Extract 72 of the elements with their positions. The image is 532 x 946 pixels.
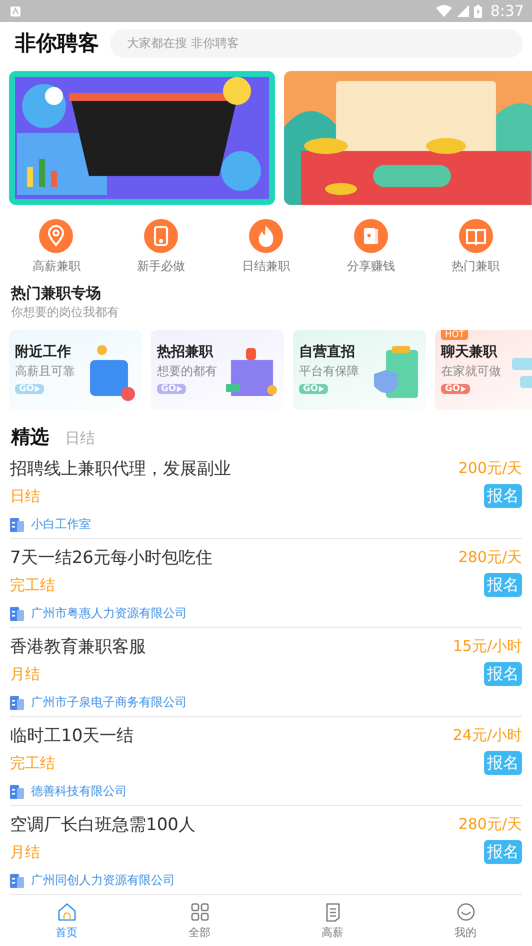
- list-tab[interactable]: 日结: [65, 429, 95, 448]
- job-pay: 24元/小时: [452, 726, 522, 744]
- go-badge[interactable]: GO: [441, 384, 470, 394]
- apply-button[interactable]: 报名: [484, 484, 522, 508]
- signal-icon: [457, 5, 470, 17]
- category-subtitle: 想要的都有: [157, 363, 217, 380]
- category-card[interactable]: 自营直招 平台有保障 GO: [293, 330, 426, 410]
- building-icon: [10, 784, 24, 798]
- settlement-type: 日结: [10, 486, 40, 506]
- company-name[interactable]: 广州同创人力资源有限公司: [31, 872, 175, 889]
- job-pay: 280元/天: [458, 814, 522, 834]
- category-card[interactable]: HOT 聊天兼职 在家就可做 GO: [435, 330, 532, 410]
- category-title: 聊天兼职: [441, 343, 497, 361]
- nav-tab[interactable]: 全部: [160, 902, 240, 940]
- settlement-type: 月结: [10, 842, 40, 862]
- category-subtitle: 在家就可做: [441, 363, 501, 380]
- phone-icon[interactable]: [144, 219, 178, 253]
- category-card[interactable]: 附近工作 高薪且可靠 GO: [9, 330, 142, 410]
- apply-button[interactable]: 报名: [484, 662, 522, 686]
- app-title: 非你聘客: [15, 30, 99, 57]
- category-title: 附近工作: [15, 343, 71, 361]
- shortcut-label[interactable]: 分享赚钱: [346, 258, 395, 275]
- nav-tab[interactable]: 我的: [426, 902, 506, 940]
- nav-tab[interactable]: 高薪: [292, 902, 372, 940]
- building-icon: [10, 696, 24, 710]
- apply-button[interactable]: 报名: [484, 840, 522, 864]
- apply-button[interactable]: 报名: [484, 573, 522, 597]
- company-name[interactable]: 德善科技有限公司: [31, 783, 127, 800]
- clock: 8:37: [490, 2, 524, 20]
- building-icon: [10, 606, 24, 620]
- section-title: 热门兼职专场: [11, 284, 102, 303]
- category-subtitle: 平台有保障: [299, 363, 359, 380]
- hot-badge: HOT: [441, 330, 468, 340]
- flame-icon[interactable]: [248, 219, 283, 253]
- shortcut-label[interactable]: 日结兼职: [242, 258, 290, 275]
- building-icon: [10, 874, 24, 888]
- shortcut-label[interactable]: 高薪兼职: [32, 258, 80, 275]
- grid-icon: [190, 902, 210, 922]
- company-name[interactable]: 广州市子泉电子商务有限公司: [31, 694, 187, 711]
- list-tab[interactable]: 精选: [11, 424, 49, 450]
- job-title[interactable]: 招聘线上兼职代理，发展副业: [10, 456, 231, 480]
- cards-icon[interactable]: [354, 219, 388, 253]
- job-title[interactable]: 空调厂长白班急需100人: [10, 812, 196, 836]
- notification-icon: [10, 6, 21, 16]
- job-title[interactable]: 临时工10天一结: [10, 724, 134, 746]
- search-field[interactable]: 大家都在搜 非你聘客: [110, 28, 523, 58]
- category-title: 热招兼职: [157, 343, 213, 361]
- job-title[interactable]: 7天一结26元每小时包吃住: [10, 546, 212, 568]
- smile-icon: [456, 902, 476, 922]
- job-pay: 200元/天: [458, 458, 522, 478]
- company-name[interactable]: 广州市粤惠人力资源有限公司: [31, 605, 187, 622]
- category-subtitle: 高薪且可靠: [15, 363, 75, 380]
- nav-tab[interactable]: 首页: [26, 902, 106, 940]
- shortcut-label[interactable]: 热门兼职: [452, 258, 500, 275]
- apply-button[interactable]: 报名: [484, 751, 522, 775]
- battery-icon: [474, 4, 482, 18]
- category-title: 自营直招: [299, 343, 355, 361]
- job-pay: 15元/小时: [452, 636, 522, 656]
- book-icon[interactable]: [458, 219, 493, 253]
- home-icon: [56, 902, 76, 922]
- settlement-type: 月结: [10, 664, 40, 684]
- shortcut-label[interactable]: 新手必做: [137, 258, 186, 275]
- settlement-type: 完工结: [10, 576, 55, 594]
- building-icon: [10, 518, 24, 532]
- settlement-type: 完工结: [10, 754, 55, 772]
- company-name[interactable]: 小白工作室: [31, 516, 91, 533]
- job-pay: 280元/天: [458, 548, 522, 566]
- wifi-icon: [436, 5, 452, 17]
- category-card[interactable]: 热招兼职 想要的都有 GO: [151, 330, 284, 410]
- section-subtitle: 你想要的岗位我都有: [11, 304, 120, 321]
- location-icon[interactable]: [39, 219, 74, 253]
- job-title[interactable]: 香港教育兼职客服: [10, 634, 146, 658]
